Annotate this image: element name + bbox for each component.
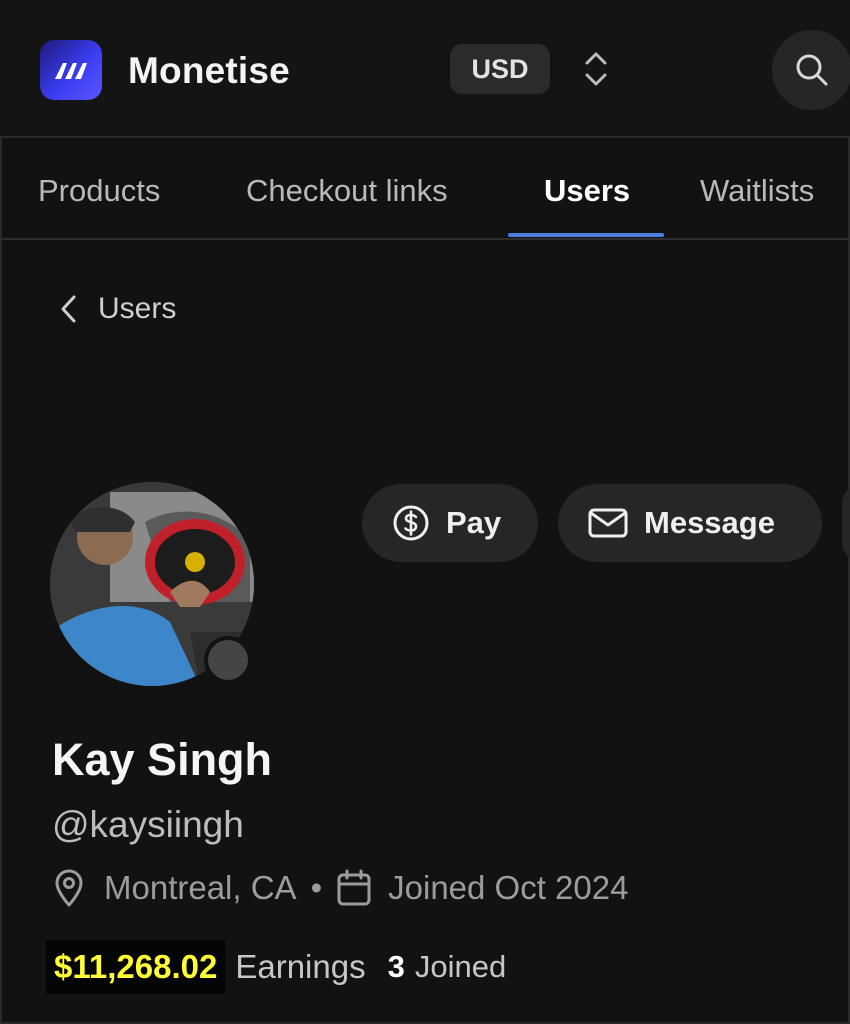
earnings-value: $11,268.02 [46,940,226,994]
search-icon [796,54,828,86]
chevron-up-down-icon[interactable] [582,48,610,90]
calendar-icon [337,869,371,906]
tab-users[interactable]: Users [544,173,630,209]
message-button[interactable]: Message [558,484,822,562]
currency-label: USD [471,53,529,84]
app-name: Monetise [128,50,290,91]
tab-checkout-links[interactable]: Checkout links [246,173,448,209]
location-text: Montreal, CA [104,869,297,906]
chevron-left-icon [61,295,76,323]
more-actions-button[interactable] [842,484,850,562]
pay-button[interactable]: Pay [362,484,538,562]
message-label: Message [644,505,775,540]
mail-icon [588,508,628,538]
meta-separator: • [310,869,323,906]
tab-waitlists[interactable]: Waitlists [700,173,814,209]
profile-stats: $11,268.02 Earnings 3 Joined [46,940,506,994]
map-pin-icon [55,869,83,907]
earnings-label: Earnings [235,948,366,985]
joined-count: 3 [387,949,405,984]
search-button[interactable] [772,30,850,110]
back-label: Users [98,292,177,325]
back-to-users-link[interactable]: Users [58,292,176,326]
profile-handle: @kaysiingh [52,804,244,845]
pay-label: Pay [446,505,502,540]
monetise-logo-icon[interactable] [40,40,102,100]
joined-date-text: Joined Oct 2024 [388,869,629,906]
dollar-circle-icon [393,505,429,541]
active-tab-indicator [508,233,664,237]
tab-products[interactable]: Products [38,173,160,209]
nav-tabs: Products Checkout links Users Waitlists [0,138,850,240]
currency-selector[interactable]: USD [450,44,550,94]
joined-label: Joined [414,949,507,984]
profile-name: Kay Singh [52,734,273,785]
status-indicator [204,636,252,684]
app-header: Monetise USD [0,0,850,138]
profile-meta: Montreal, CA • Joined Oct 2024 [52,868,628,908]
